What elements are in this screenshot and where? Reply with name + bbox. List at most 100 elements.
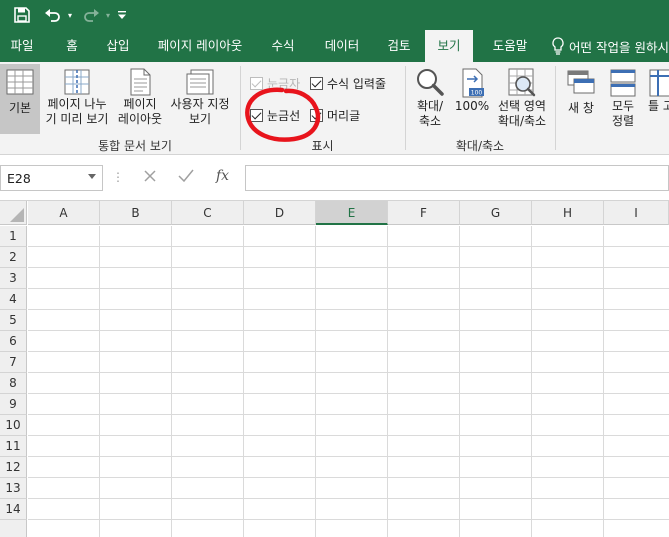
- ribbon-tabs: 파일 홈 삽입 페이지 레이아웃 수식 데이터 검토 보기 도움말 어떤 작업을…: [0, 30, 669, 62]
- formula-bar: E28 ⋮ fx: [0, 155, 669, 201]
- row-header-1[interactable]: 1: [0, 226, 27, 247]
- normal-view-label: 기본: [8, 101, 32, 115]
- tab-data[interactable]: 데이터: [316, 30, 368, 62]
- formula-bar-grip-icon: ⋮: [112, 170, 124, 184]
- gridlines-label: 눈금선: [267, 109, 301, 123]
- row-header-2[interactable]: 2: [0, 247, 27, 268]
- page-layout-view-label-2: 레이아웃: [117, 112, 163, 126]
- custom-views-label-1: 사용자 지정: [170, 97, 230, 111]
- ruler-checkbox[interactable]: 눈금자: [250, 75, 300, 92]
- gridlines-checkbox[interactable]: 눈금선: [250, 107, 300, 124]
- row-header-11[interactable]: 11: [0, 436, 27, 457]
- normal-view-button[interactable]: 기본: [0, 64, 40, 134]
- redo-icon[interactable]: [80, 5, 102, 25]
- page-break-preview-label-1: 페이지 나누: [47, 97, 107, 111]
- column-header-d[interactable]: D: [244, 201, 316, 225]
- cell-area[interactable]: [28, 226, 669, 537]
- select-all-corner[interactable]: [0, 201, 27, 225]
- row-header-7[interactable]: 7: [0, 352, 27, 373]
- magnifier-icon: [417, 69, 444, 96]
- zoom-100-badge: 100: [471, 90, 483, 97]
- workbook-views-group-label: 통합 문서 보기: [98, 139, 172, 153]
- zoom-button[interactable]: 확대/ 축소: [410, 64, 450, 134]
- lightbulb-icon: [552, 37, 564, 55]
- redo-dropdown-icon[interactable]: ▾: [103, 5, 113, 25]
- tab-help[interactable]: 도움말: [482, 30, 538, 62]
- row-header-8[interactable]: 8: [0, 373, 27, 394]
- row-header-3[interactable]: 3: [0, 268, 27, 289]
- zoom-to-selection-button[interactable]: 선택 영역 확대/축소: [494, 64, 550, 134]
- custom-views-label-2: 보기: [188, 112, 212, 126]
- row-header-10[interactable]: 10: [0, 415, 27, 436]
- tab-review[interactable]: 검토: [377, 30, 421, 62]
- column-header-e[interactable]: E: [316, 201, 388, 225]
- new-window-button[interactable]: 새 창: [562, 64, 600, 134]
- column-header-c[interactable]: C: [172, 201, 244, 225]
- arrange-all-label-1: 모두: [611, 99, 635, 113]
- formula-bar-checkbox-box: [310, 77, 323, 90]
- page-layout-view-label-1: 페이지: [123, 97, 157, 111]
- row-header-6[interactable]: 6: [0, 331, 27, 352]
- row-header-12[interactable]: 12: [0, 457, 27, 478]
- show-group-label: 표시: [311, 139, 334, 153]
- new-window-label: 새 창: [568, 101, 594, 115]
- row-header-5[interactable]: 5: [0, 310, 27, 331]
- arrange-all-button[interactable]: 모두 정렬: [603, 64, 643, 134]
- column-header-a[interactable]: A: [28, 201, 100, 225]
- tab-page-layout[interactable]: 페이지 레이아웃: [150, 30, 250, 62]
- freeze-panes-icon: [649, 69, 669, 97]
- column-header-h[interactable]: H: [532, 201, 604, 225]
- freeze-panes-button[interactable]: 틀 고: [646, 64, 669, 134]
- arrange-all-icon: [610, 69, 636, 97]
- freeze-panes-label: 틀 고: [648, 99, 669, 113]
- column-header-b[interactable]: B: [100, 201, 172, 225]
- column-header-i[interactable]: I: [604, 201, 669, 225]
- tab-file[interactable]: 파일: [0, 30, 44, 62]
- zoom-to-selection-icon: [508, 68, 536, 97]
- row-header-9[interactable]: 9: [0, 394, 27, 415]
- page-layout-view-button[interactable]: 페이지 레이아웃: [116, 64, 164, 134]
- zoom-100-button[interactable]: 100 100%: [452, 64, 492, 134]
- cancel-icon[interactable]: [143, 169, 157, 187]
- worksheet-grid: A B C D E F G H I 1 2 3 4 5 6 7 8 9 10 1…: [0, 201, 669, 537]
- name-box[interactable]: E28: [0, 165, 103, 191]
- zoom-to-selection-label-1: 선택 영역: [498, 99, 546, 113]
- name-box-dropdown-icon[interactable]: [88, 174, 96, 179]
- undo-dropdown-icon[interactable]: ▾: [65, 5, 75, 25]
- tab-formulas[interactable]: 수식: [262, 30, 304, 62]
- formula-input[interactable]: [245, 165, 669, 191]
- tab-view[interactable]: 보기: [425, 30, 473, 62]
- normal-view-icon: [6, 69, 34, 95]
- enter-icon[interactable]: [178, 169, 194, 187]
- row-header-4[interactable]: 4: [0, 289, 27, 310]
- formula-bar-checkbox[interactable]: 수식 입력줄: [310, 75, 386, 92]
- page-break-preview-button[interactable]: 페이지 나누 기 미리 보기: [42, 64, 112, 134]
- headings-checkbox[interactable]: 머리글: [310, 107, 360, 124]
- ruler-label: 눈금자: [267, 77, 301, 91]
- group-separator: [405, 66, 406, 150]
- tab-insert[interactable]: 삽입: [97, 30, 139, 62]
- group-separator: [555, 66, 556, 150]
- zoom-group-label: 확대/축소: [455, 139, 505, 153]
- custom-views-button[interactable]: 사용자 지정 보기: [166, 64, 234, 134]
- row-header-13[interactable]: 13: [0, 478, 27, 499]
- name-box-value: E28: [7, 170, 31, 186]
- column-header-f[interactable]: F: [388, 201, 460, 225]
- row-header-14[interactable]: 14: [0, 499, 27, 520]
- row-header-15[interactable]: [0, 520, 27, 537]
- page-layout-view-icon: [130, 68, 151, 96]
- gridlines-checkbox-box: [250, 109, 263, 122]
- customize-qat-icon[interactable]: [116, 5, 128, 25]
- tell-me-search[interactable]: 어떤 작업을 원하시: [551, 30, 669, 62]
- zoom-label-2: 축소: [418, 114, 442, 128]
- zoom-to-selection-label-2: 확대/축소: [497, 114, 547, 128]
- insert-function-icon[interactable]: fx: [216, 168, 229, 184]
- formula-bar-label: 수식 입력줄: [327, 77, 387, 91]
- arrange-all-label-2: 정렬: [611, 114, 635, 128]
- undo-icon[interactable]: [42, 5, 64, 25]
- ruler-checkbox-box: [250, 77, 263, 90]
- tab-home[interactable]: 홈: [52, 30, 92, 62]
- column-header-g[interactable]: G: [460, 201, 532, 225]
- title-bar: ▾ ▾: [0, 0, 669, 30]
- save-icon[interactable]: [12, 5, 32, 25]
